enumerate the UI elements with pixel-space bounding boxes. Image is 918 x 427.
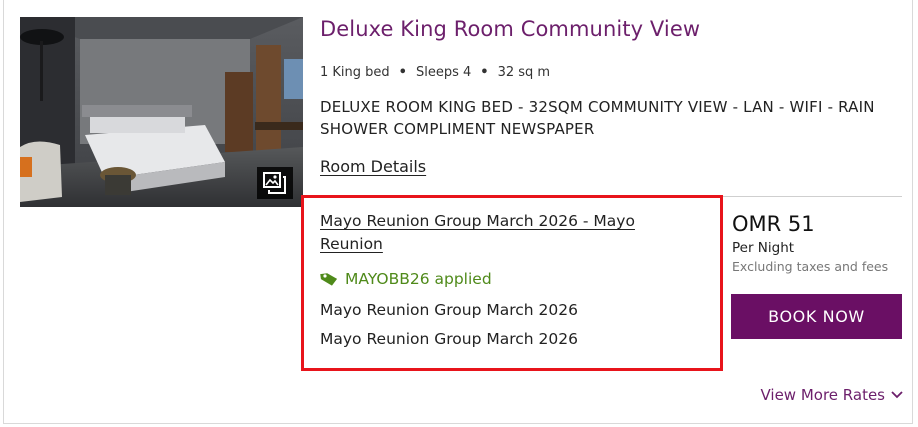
rate-description-line: Mayo Reunion Group March 2026 [320, 330, 578, 348]
sleeps-info: Sleeps 4 [415, 65, 472, 80]
view-more-rates-link[interactable]: View More Rates [760, 386, 904, 404]
room-meta: 1 King bed • Sleeps 4 • 32 sq m [320, 65, 550, 80]
tag-icon [320, 273, 338, 286]
book-now-button[interactable]: BOOK NOW [731, 294, 902, 339]
room-description: DELUXE ROOM KING BED - 32SQM COMMUNITY V… [320, 98, 875, 138]
size-info: 32 sq m [497, 65, 551, 80]
price-per-night: Per Night [732, 240, 795, 256]
room-photo[interactable] [20, 17, 303, 207]
view-more-rates-label: View More Rates [760, 386, 885, 404]
room-details-link[interactable]: Room Details [320, 157, 426, 176]
rate-name-link[interactable]: Mayo Reunion Group March 2026 - Mayo Reu… [320, 210, 700, 256]
gallery-icon [263, 172, 286, 194]
price-tax-note: Excluding taxes and fees [732, 259, 889, 274]
price-amount: OMR 51 [732, 212, 815, 236]
rate-description-line: Mayo Reunion Group March 2026 [320, 301, 578, 319]
promo-code-status: MAYOBB26 applied [320, 270, 492, 288]
chevron-down-icon [891, 391, 903, 399]
room-title: Deluxe King Room Community View [320, 17, 701, 41]
bed-info: 1 King bed [320, 65, 390, 80]
separator-dot: • [480, 65, 489, 80]
promo-text: MAYOBB26 applied [345, 270, 492, 288]
separator-dot: • [398, 65, 407, 80]
gallery-button[interactable] [257, 167, 293, 199]
